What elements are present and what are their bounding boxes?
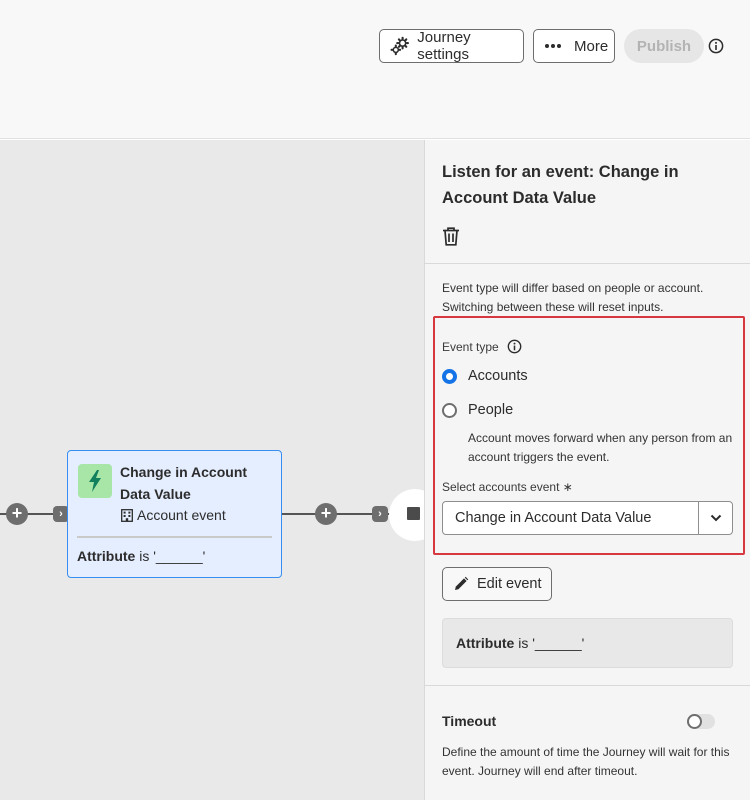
top-toolbar: Journey settings More Publish xyxy=(0,0,750,139)
attribute-condition-box: Attribute is '______' xyxy=(442,618,733,668)
divider xyxy=(425,685,750,686)
timeout-title: Timeout xyxy=(442,713,497,729)
chevron-down-icon[interactable] xyxy=(698,502,732,534)
end-square-icon xyxy=(407,507,420,520)
properties-panel: Listen for an event: Change in Account D… xyxy=(424,140,750,800)
radio-people-label: People xyxy=(468,402,514,418)
timeout-description: Define the amount of time the Journey wi… xyxy=(442,745,730,778)
event-type-label: Event type xyxy=(442,339,522,354)
node-attribute-condition: Attribute is '______' xyxy=(77,548,205,564)
attribute-condition: is '______' xyxy=(135,548,206,564)
more-label: More xyxy=(574,37,609,55)
attribute-condition: is '______' xyxy=(514,635,585,651)
event-type-label-text: Event type xyxy=(442,339,499,354)
building-icon xyxy=(121,508,133,522)
accounts-help-text: Account moves forward when any person fr… xyxy=(468,431,733,464)
more-button[interactable]: More xyxy=(533,29,615,63)
attribute-name: Attribute xyxy=(456,635,515,651)
attribute-name: Attribute xyxy=(77,548,136,564)
journey-settings-label: Journey settings xyxy=(417,29,471,63)
trash-icon[interactable] xyxy=(442,227,460,246)
more-dots-icon xyxy=(545,44,561,48)
radio-selected-icon xyxy=(442,368,457,384)
info-icon[interactable] xyxy=(507,339,522,354)
radio-unselected-icon xyxy=(442,402,457,418)
journey-canvas[interactable]: + › + › Change in Account Data Value Acc… xyxy=(0,140,424,800)
radio-accounts[interactable]: Accounts xyxy=(442,368,528,384)
chevron-right-icon: › xyxy=(372,506,388,522)
node-type-label: Account event xyxy=(137,507,226,523)
timeout-toggle[interactable] xyxy=(687,714,715,729)
event-node-card[interactable]: Change in Account Data Value Account eve… xyxy=(67,450,282,578)
event-type-description: Event type will differ based on people o… xyxy=(442,281,704,314)
radio-accounts-label: Accounts xyxy=(468,368,528,384)
radio-people[interactable]: People xyxy=(442,402,513,418)
add-node-plus-icon[interactable]: + xyxy=(6,503,28,525)
info-icon[interactable] xyxy=(708,38,724,54)
select-value: Change in Account Data Value xyxy=(455,510,652,526)
divider xyxy=(77,536,272,538)
publish-button[interactable]: Publish xyxy=(624,29,704,63)
edit-event-label: Edit event xyxy=(477,576,542,592)
pencil-icon xyxy=(455,576,469,590)
divider xyxy=(425,263,750,264)
panel-title: Listen for an event: Change in Account D… xyxy=(442,163,679,207)
journey-settings-button[interactable]: Journey settings xyxy=(379,29,524,63)
toggle-knob xyxy=(687,714,702,729)
add-node-plus-icon[interactable]: + xyxy=(315,503,337,525)
accounts-event-select[interactable]: Change in Account Data Value xyxy=(442,501,733,535)
gears-icon xyxy=(390,36,409,56)
edit-event-button[interactable]: Edit event xyxy=(442,567,552,601)
lightning-bolt-icon xyxy=(78,464,112,498)
node-type: Account event xyxy=(121,507,226,523)
node-title: Change in Account Data Value xyxy=(120,464,248,502)
select-accounts-event-label: Select accounts event ∗ xyxy=(442,480,573,494)
